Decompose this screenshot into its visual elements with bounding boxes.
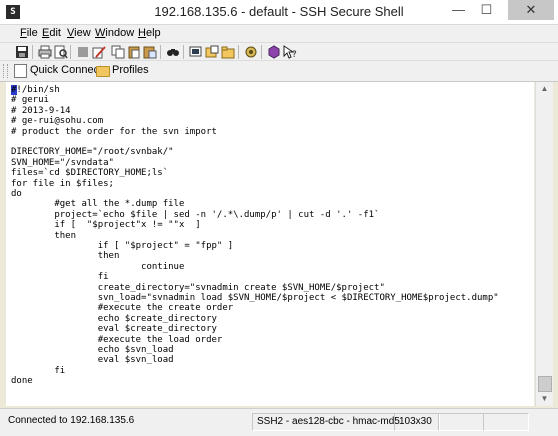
paste-special-icon[interactable] bbox=[142, 44, 158, 60]
scroll-thumb[interactable] bbox=[538, 376, 552, 392]
terminal-line: do bbox=[11, 189, 22, 199]
quick-connect-label: Quick Connect bbox=[30, 64, 103, 76]
scroll-down-arrow[interactable]: ▼ bbox=[538, 392, 551, 406]
status-panel bbox=[438, 413, 484, 431]
terminal-line: # gerui bbox=[11, 95, 49, 106]
scroll-up-arrow[interactable]: ▲ bbox=[538, 82, 551, 96]
terminal-line: #!/bin/sh bbox=[11, 85, 60, 95]
terminal-line: # ge-rui@sohu.com bbox=[11, 116, 104, 127]
terminal-line: if [ "$project"x != ""x ] bbox=[11, 220, 201, 231]
toolbar-separator bbox=[183, 45, 184, 59]
main-toolbar: ? bbox=[0, 42, 558, 61]
terminal-line: files=`cd $DIRECTORY_HOME;ls` bbox=[11, 168, 169, 179]
terminal-line: echo $create_directory bbox=[11, 313, 217, 324]
terminal-line: DIRECTORY_HOME="/root/svnbak/" bbox=[11, 147, 174, 158]
terminal-line: svn_load="svnadmin load $SVN_HOME/$proje… bbox=[11, 293, 499, 303]
terminal-line: if [ "$project" = "fpp" ] bbox=[11, 241, 234, 251]
folder-icon bbox=[96, 66, 110, 77]
help-icon[interactable]: ? bbox=[282, 44, 298, 60]
toolbar-separator bbox=[261, 45, 262, 59]
profiles-icon[interactable] bbox=[220, 44, 236, 60]
terminal-output[interactable]: #!/bin/sh # gerui # 2013-9-14 # ge-rui@sohu… bbox=[6, 82, 534, 406]
new-file-transfer-icon[interactable] bbox=[204, 44, 220, 60]
terminal-line: #get all the *.dump file bbox=[11, 199, 185, 210]
quick-connect-icon bbox=[14, 64, 27, 78]
terminal-line: eval $create_directory bbox=[11, 324, 217, 335]
terminal-line: eval $svn_load bbox=[11, 355, 174, 366]
toolbar-grip[interactable] bbox=[3, 64, 8, 78]
settings-icon[interactable] bbox=[91, 44, 107, 60]
maximize-button[interactable]: ☐ bbox=[473, 0, 500, 20]
terminal-line: continue bbox=[11, 261, 185, 272]
menu-bar: File Edit View Window Help bbox=[0, 25, 558, 42]
terminal-line: fi bbox=[11, 272, 109, 283]
ssh-window: S 192.168.135.6 - default - SSH Secure S… bbox=[0, 0, 558, 436]
copy-icon[interactable] bbox=[110, 44, 126, 60]
close-button[interactable]: ✕ bbox=[508, 0, 554, 20]
terminal-line: done bbox=[11, 376, 33, 387]
profiles-label: Profiles bbox=[112, 64, 149, 76]
minimize-button[interactable]: — bbox=[445, 0, 472, 20]
toolbar-separator bbox=[32, 45, 33, 59]
menu-file[interactable]: File bbox=[20, 27, 38, 39]
menu-help[interactable]: Help bbox=[138, 27, 161, 39]
sftp-icon[interactable] bbox=[243, 44, 259, 60]
terminal-line: #execute the create order bbox=[11, 303, 234, 314]
menu-view[interactable]: View bbox=[67, 27, 91, 39]
terminal-line: fi bbox=[11, 365, 66, 376]
terminal-line: for file in $files; bbox=[11, 178, 114, 189]
connection-status: Connected to 192.168.135.6 bbox=[8, 415, 135, 426]
terminal-line: then bbox=[11, 251, 120, 262]
find-icon[interactable] bbox=[165, 44, 181, 60]
about-icon[interactable] bbox=[266, 44, 282, 60]
terminal-line: project=`echo $file | sed -n '/.*\.dump/… bbox=[11, 209, 380, 220]
quick-bar: Quick Connect Profiles bbox=[0, 60, 558, 82]
toolbar-separator bbox=[238, 45, 239, 59]
terminal-line: create_directory="svnadmin create $SVN_H… bbox=[11, 282, 385, 293]
toolbar-separator bbox=[70, 45, 71, 59]
print-preview-icon[interactable] bbox=[53, 44, 69, 60]
paste-icon[interactable] bbox=[126, 44, 142, 60]
print-icon[interactable] bbox=[37, 44, 53, 60]
menu-window[interactable]: Window bbox=[95, 27, 134, 39]
svg-text:?: ? bbox=[292, 50, 297, 59]
title-bar: S 192.168.135.6 - default - SSH Secure S… bbox=[0, 0, 558, 25]
menu-edit[interactable]: Edit bbox=[42, 27, 61, 39]
terminal-line: # 2013-9-14 bbox=[11, 105, 71, 116]
new-terminal-icon[interactable] bbox=[188, 44, 204, 60]
toolbar-separator bbox=[160, 45, 161, 59]
cipher-status: SSH2 - aes128-cbc - hmac-md5 bbox=[252, 413, 400, 431]
terminal-size-status: 103x30 bbox=[394, 413, 440, 431]
blank-icon[interactable] bbox=[75, 44, 91, 60]
terminal-line: then bbox=[11, 230, 77, 241]
status-bar: Connected to 192.168.135.6 SSH2 - aes128… bbox=[0, 408, 558, 436]
vertical-scrollbar[interactable]: ▲ ▼ bbox=[535, 82, 553, 406]
terminal-line: echo $svn_load bbox=[11, 345, 174, 355]
status-panel bbox=[483, 413, 529, 431]
terminal-line: #execute the load order bbox=[11, 334, 223, 345]
save-icon[interactable] bbox=[14, 44, 30, 60]
terminal-line: # product the order for the svn import bbox=[11, 126, 217, 137]
